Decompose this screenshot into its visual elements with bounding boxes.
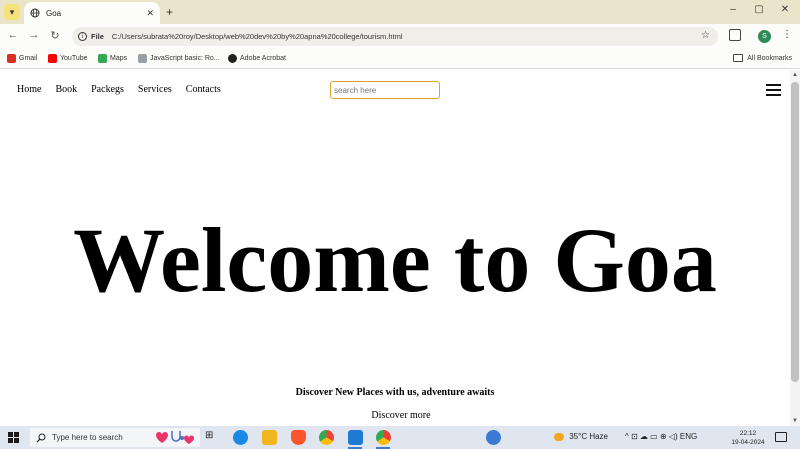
file-explorer-icon[interactable]: [262, 430, 277, 445]
task-view-icon[interactable]: ⊞: [205, 430, 220, 445]
scroll-thumb[interactable]: [791, 82, 799, 382]
info-icon[interactable]: i: [78, 32, 87, 41]
sun-haze-icon: [554, 432, 564, 441]
chrome-active-icon[interactable]: [376, 430, 391, 445]
clock[interactable]: 22:12 19-04-2024: [728, 429, 768, 447]
extensions-icon[interactable]: [729, 29, 741, 41]
tab-goa[interactable]: Goa ✕: [24, 2, 160, 24]
search-icon: [36, 433, 46, 442]
back-button[interactable]: ←: [6, 29, 20, 41]
tagline: Discover New Places with us, adventure a…: [295, 387, 495, 398]
notification-icon[interactable]: [775, 432, 787, 442]
globe-icon: [30, 8, 40, 18]
weather-widget[interactable]: 35°C Haze: [554, 432, 608, 441]
bookmark-maps[interactable]: Maps: [98, 54, 127, 63]
address-bar[interactable]: i File C:/Users/subrata%20roy/Desktop/we…: [72, 27, 718, 46]
site-search-input[interactable]: [330, 81, 440, 99]
hero-title: Welcome to Goa: [73, 209, 717, 311]
tab-title: Goa: [46, 8, 62, 18]
maximize-button[interactable]: ▢: [750, 4, 768, 15]
taskbar-search-placeholder: Type here to search: [52, 433, 123, 442]
scroll-down-icon[interactable]: ▼: [790, 418, 800, 424]
screen: ▾ Goa ✕ + – ▢ ✕ ← → ↻ i File C:/Users/su…: [0, 0, 800, 449]
site-nav: Home Book Packegs Services Contacts: [17, 84, 221, 95]
windows-start-icon[interactable]: [8, 432, 19, 443]
maps-icon: [98, 54, 107, 63]
page-scrollbar[interactable]: ▲ ▼: [790, 70, 800, 426]
vscode-icon[interactable]: [348, 430, 363, 445]
nav-services[interactable]: Services: [138, 84, 172, 95]
reload-button[interactable]: ↻: [48, 29, 62, 42]
clock-time: 22:12: [739, 430, 757, 437]
profile-avatar[interactable]: S: [758, 30, 771, 43]
edge-icon[interactable]: [233, 430, 248, 445]
tab-strip: ▾ Goa ✕ + – ▢ ✕: [0, 0, 800, 24]
nav-home[interactable]: Home: [17, 84, 41, 95]
tab-close-icon[interactable]: ✕: [146, 8, 154, 19]
new-tab-button[interactable]: +: [166, 5, 173, 19]
nav-packages[interactable]: Packegs: [91, 84, 124, 95]
system-tray-icons[interactable]: ^ ⊡ ☁ ▭ ⊕ ◁) ENG: [625, 432, 697, 441]
browser-menu-icon[interactable]: ⋮: [782, 29, 792, 40]
all-bookmarks-button[interactable]: All Bookmarks: [733, 54, 792, 62]
chrome-icon[interactable]: [319, 430, 334, 445]
folder-icon: [733, 54, 744, 62]
browser-toolbar: ← → ↻ i File C:/Users/subrata%20roy/Desk…: [0, 24, 800, 49]
hamburger-menu-icon[interactable]: [766, 84, 781, 96]
scroll-up-icon[interactable]: ▲: [790, 72, 800, 78]
help-icon[interactable]: [486, 430, 501, 445]
bookmark-adobe-acrobat[interactable]: Adobe Acrobat: [228, 54, 286, 63]
close-window-button[interactable]: ✕: [776, 4, 794, 15]
search-highlight-icon: [152, 429, 194, 446]
bookmarks-bar: Gmail YouTube Maps JavaScript basic: Ro.…: [0, 49, 800, 69]
bookmark-youtube[interactable]: YouTube: [48, 54, 88, 63]
discover-more-link[interactable]: Discover more: [0, 410, 800, 421]
youtube-icon: [48, 54, 57, 63]
nav-book[interactable]: Book: [55, 84, 77, 95]
bookmark-gmail[interactable]: Gmail: [7, 54, 37, 63]
gmail-icon: [7, 54, 16, 63]
bookmark-javascript[interactable]: JavaScript basic: Ro...: [138, 54, 220, 63]
forward-button[interactable]: →: [27, 29, 41, 41]
clock-date: 19-04-2024: [731, 439, 765, 446]
weather-text: 35°C Haze: [569, 432, 609, 441]
nav-contacts[interactable]: Contacts: [186, 84, 221, 95]
address-scheme: File: [91, 32, 104, 41]
bookmark-star-icon[interactable]: ☆: [701, 30, 710, 41]
w3-icon: [138, 54, 147, 63]
acrobat-icon: [228, 54, 237, 63]
minimize-button[interactable]: –: [724, 4, 742, 15]
web-page: Home Book Packegs Services Contacts Welc…: [0, 70, 790, 426]
address-url: C:/Users/subrata%20roy/Desktop/web%20dev…: [111, 32, 403, 41]
tab-search-button[interactable]: ▾: [4, 4, 20, 20]
brave-icon[interactable]: [291, 430, 306, 445]
taskbar: Type here to search ⊞ 35°C Haze ^ ⊡ ☁ ▭ …: [0, 426, 800, 449]
